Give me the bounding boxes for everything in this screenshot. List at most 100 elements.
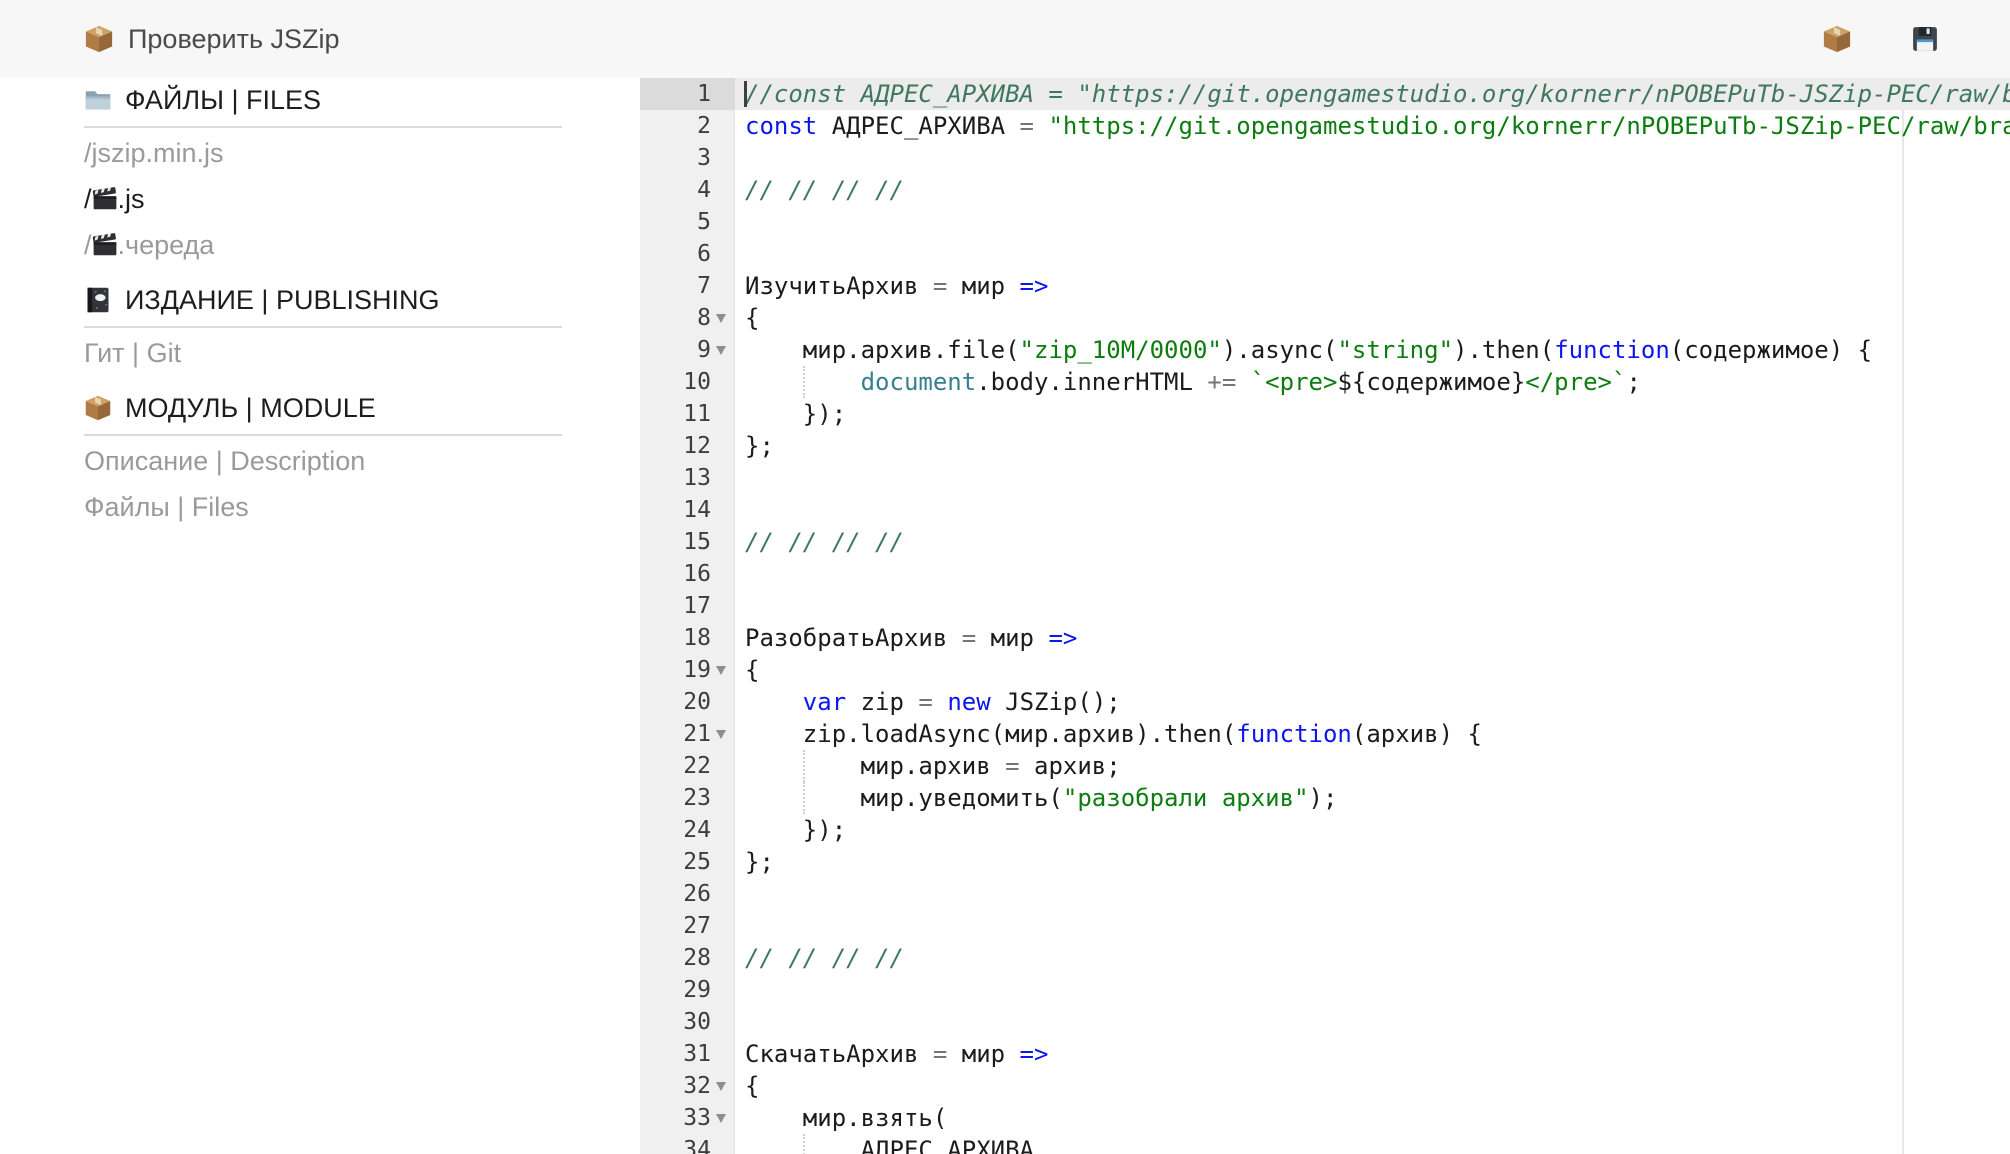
code-line[interactable]: 6 [640,238,2010,270]
sidebar-item[interactable]: Описание | Description [84,438,562,484]
code-line[interactable]: 32 { [640,1070,2010,1102]
line-number[interactable]: 17 [640,590,735,622]
line-number-text: 12 [683,433,711,459]
line-number[interactable]: 33 [640,1102,735,1134]
line-number[interactable]: 30 [640,1006,735,1038]
code-line[interactable]: 8{ [640,302,2010,334]
line-number[interactable]: 4 [640,174,735,206]
line-number[interactable]: 34 [640,1134,735,1154]
code-line[interactable]: 33 мир.взять( [640,1102,2010,1134]
code-line[interactable]: 15// // // // [640,526,2010,558]
line-number[interactable]: 1 [640,78,735,110]
code-token: { [745,1072,759,1100]
code-line[interactable]: 5 [640,206,2010,238]
code-line[interactable]: 27 [640,910,2010,942]
line-number[interactable]: 29 [640,974,735,1006]
code-line[interactable]: 17 [640,590,2010,622]
line-number[interactable]: 11 [640,398,735,430]
line-number-text: 22 [683,753,711,779]
line-number[interactable]: 2 [640,110,735,142]
line-number[interactable]: 24 [640,814,735,846]
line-number[interactable]: 6 [640,238,735,270]
fold-arrow-icon[interactable] [716,666,726,675]
line-number[interactable]: 26 [640,878,735,910]
package-icon [1822,24,1852,54]
line-number[interactable]: 10 [640,366,735,398]
sidebar-item[interactable]: /.js [84,176,562,222]
line-number[interactable]: 23 [640,782,735,814]
code-line[interactable]: 30 [640,1006,2010,1038]
fold-arrow-icon[interactable] [716,314,726,323]
code-line[interactable]: 4// // // // [640,174,2010,206]
code-token: zip.loadAsync(мир.архив).then( [745,720,1236,748]
code-line[interactable]: 25}; [640,846,2010,878]
sidebar-item[interactable]: Гит | Git [84,330,562,376]
line-number[interactable]: 13 [640,462,735,494]
sidebar-item[interactable]: Файлы | Files [84,484,562,530]
line-number[interactable]: 3 [640,142,735,174]
code-line[interactable]: 21 zip.loadAsync(мир.архив).then(functio… [640,718,2010,750]
fold-arrow-icon[interactable] [716,346,726,355]
code-line[interactable]: 24 }); [640,814,2010,846]
fold-arrow-icon[interactable] [716,1082,726,1091]
line-number[interactable]: 25 [640,846,735,878]
code-line[interactable]: 19{ [640,654,2010,686]
line-number[interactable]: 28 [640,942,735,974]
code-line[interactable]: 13 [640,462,2010,494]
code-line[interactable]: 26 [640,878,2010,910]
line-number[interactable]: 32 [640,1070,735,1102]
code-token: (архив) { [1352,720,1482,748]
sidebar-item[interactable]: /jszip.min.js [84,130,562,176]
code-line[interactable]: 11 }); [640,398,2010,430]
fold-slot[interactable] [711,302,730,334]
line-number[interactable]: 20 [640,686,735,718]
fold-arrow-icon[interactable] [716,730,726,739]
fold-slot[interactable] [711,718,730,750]
code-line[interactable]: 28// // // // [640,942,2010,974]
code-line[interactable]: 23 мир.уведомить("разобрали архив"); [640,782,2010,814]
code-line[interactable]: 12}; [640,430,2010,462]
package-action-button[interactable] [1822,24,1852,54]
code-token: document [861,368,977,396]
line-number[interactable]: 14 [640,494,735,526]
code-line[interactable]: 22 мир.архив = архив; [640,750,2010,782]
code-line[interactable]: 2const АДРЕС_АРХИВА = "https://git.openg… [640,110,2010,142]
code-line[interactable]: 20 var zip = new JSZip(); [640,686,2010,718]
code-line[interactable]: 1//const АДРЕС_АРХИВА = "https://git.ope… [640,78,2010,110]
fold-arrow-icon[interactable] [716,1114,726,1123]
line-number[interactable]: 22 [640,750,735,782]
code-line[interactable]: 10 document.body.innerHTML += `<pre>${со… [640,366,2010,398]
code-line[interactable]: 29 [640,974,2010,1006]
fold-slot[interactable] [711,1070,730,1102]
code-line[interactable]: 16 [640,558,2010,590]
code-line[interactable]: 7ИзучитьАрхив = мир => [640,270,2010,302]
code-line[interactable]: 31СкачатьАрхив = мир => [640,1038,2010,1070]
line-number[interactable]: 8 [640,302,735,334]
code-line[interactable]: 14 [640,494,2010,526]
code-line[interactable]: 9 мир.архив.file("zip_10M/0000").async("… [640,334,2010,366]
save-action-button[interactable] [1910,24,1940,54]
code-line[interactable]: 34 АДРЕС_АРХИВА [640,1134,2010,1154]
code-token: function [1554,336,1670,364]
sidebar-item[interactable]: /.череда [84,222,562,268]
code-line-text: { [735,302,2010,334]
line-number[interactable]: 15 [640,526,735,558]
line-number[interactable]: 9 [640,334,735,366]
line-number[interactable]: 12 [640,430,735,462]
fold-slot[interactable] [711,334,730,366]
line-number[interactable]: 5 [640,206,735,238]
line-number[interactable]: 19 [640,654,735,686]
line-number[interactable]: 7 [640,270,735,302]
line-number[interactable]: 18 [640,622,735,654]
code-line[interactable]: 18РазобратьАрхив = мир => [640,622,2010,654]
fold-slot [711,174,730,206]
line-number[interactable]: 21 [640,718,735,750]
editor[interactable]: 1//const АДРЕС_АРХИВА = "https://git.ope… [640,78,2010,1154]
line-number[interactable]: 16 [640,558,735,590]
line-number[interactable]: 31 [640,1038,735,1070]
fold-slot[interactable] [711,1102,730,1134]
line-number[interactable]: 27 [640,910,735,942]
fold-slot[interactable] [711,654,730,686]
fold-slot [711,622,730,654]
code-line[interactable]: 3 [640,142,2010,174]
